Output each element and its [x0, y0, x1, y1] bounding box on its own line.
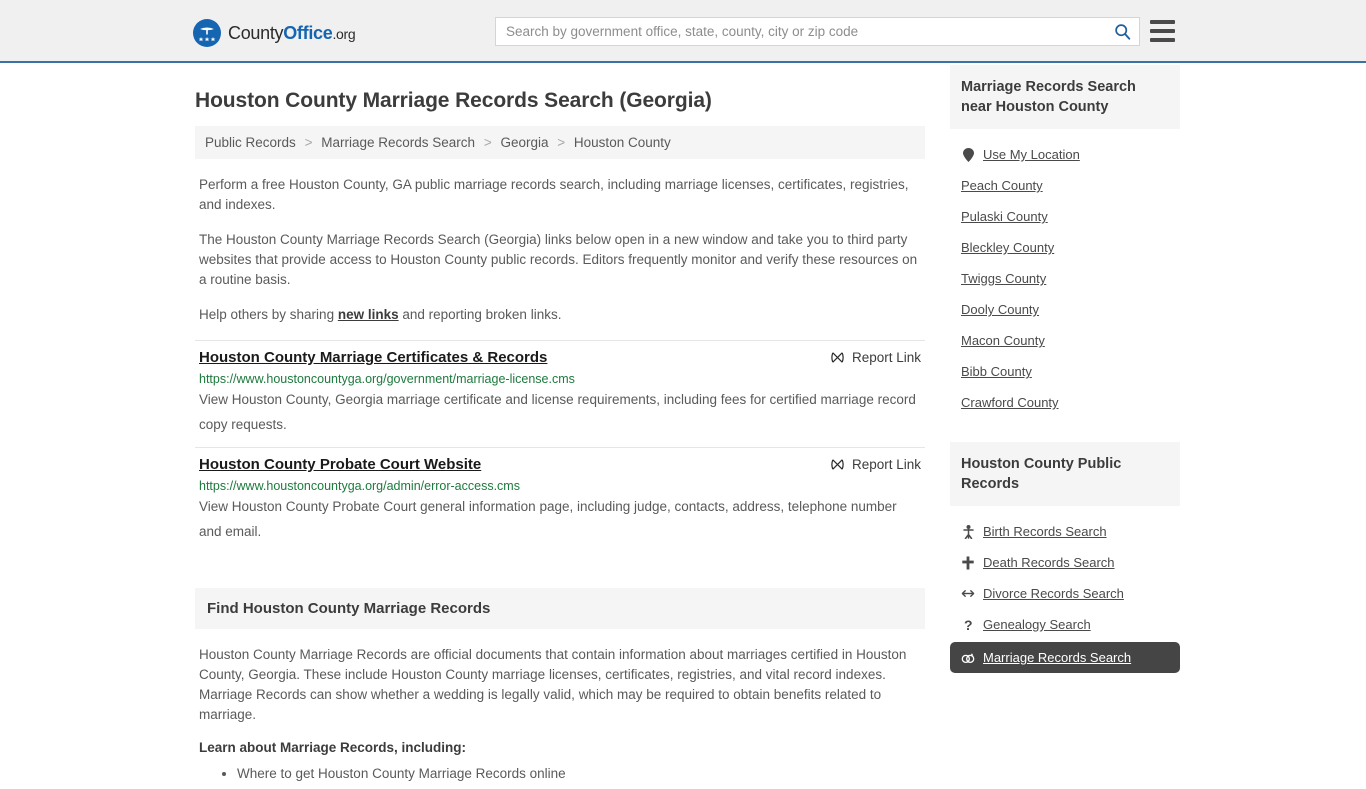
result-header: Houston County Marriage Certificates & R… — [199, 349, 921, 366]
result-title-link[interactable]: Houston County Marriage Certificates & R… — [199, 349, 547, 366]
intro-section: Perform a free Houston County, GA public… — [195, 175, 925, 325]
result-header: Houston County Probate Court Website Rep… — [199, 456, 921, 473]
baby-icon — [961, 524, 975, 539]
sidebar-item-bleckley-county[interactable]: Bleckley County — [950, 232, 1180, 263]
map-pin-icon — [961, 147, 975, 162]
sidebar-link-label[interactable]: Crawford County — [961, 395, 1059, 410]
site-logo[interactable]: CountyOffice.org — [193, 19, 356, 47]
sidebar-item-bibb-county[interactable]: Bibb County — [950, 356, 1180, 387]
sidebar-link-label[interactable]: Use My Location — [983, 147, 1080, 162]
find-records-heading-bar: Find Houston County Marriage Records — [195, 588, 925, 629]
logo-text-office: Office — [283, 22, 333, 43]
result-description: View Houston County Probate Court genera… — [199, 499, 897, 539]
page-title: Houston County Marriage Records Search (… — [195, 89, 712, 112]
sidebar-nearby-list: Use My Location Peach County Pulaski Cou… — [950, 129, 1180, 422]
new-links-link[interactable]: new links — [338, 307, 399, 322]
sidebar-link-label[interactable]: Divorce Records Search — [983, 586, 1124, 601]
wedding-rings-icon — [961, 652, 975, 664]
sidebar-item-macon-county[interactable]: Macon County — [950, 325, 1180, 356]
breadcrumb: Public Records > Marriage Records Search… — [195, 126, 925, 159]
sidebar-item-genealogy-search[interactable]: ? Genealogy Search — [950, 609, 1180, 640]
intro-paragraph-3: Help others by sharing new links and rep… — [195, 305, 925, 325]
result-item: Houston County Probate Court Website Rep… — [195, 447, 925, 554]
sidebar-link-label[interactable]: Marriage Records Search — [983, 650, 1131, 665]
eagle-shield-logo-icon — [193, 19, 221, 47]
sidebar-item-birth-records-search[interactable]: Birth Records Search — [950, 516, 1180, 547]
result-url: https://www.houstoncountyga.org/governme… — [199, 372, 575, 386]
sidebar-item-crawford-county[interactable]: Crawford County — [950, 387, 1180, 418]
page-body: Houston County Marriage Records Search (… — [0, 63, 1366, 789]
sidebar-item-death-records-search[interactable]: Death Records Search — [950, 547, 1180, 578]
hamburger-menu-icon[interactable] — [1150, 20, 1175, 42]
logo-text-org: .org — [332, 25, 356, 42]
question-mark-icon: ? — [961, 618, 975, 632]
cross-icon — [961, 556, 975, 570]
hamburger-bar — [1150, 38, 1175, 42]
breadcrumb-item-marriage-records-search[interactable]: Marriage Records Search — [321, 135, 475, 150]
find-records-heading: Find Houston County Marriage Records — [207, 600, 491, 617]
sidebar-link-label[interactable]: Bibb County — [961, 364, 1032, 379]
sidebar-link-label[interactable]: Bleckley County — [961, 240, 1054, 255]
sidebar-public-records-heading: Houston County Public Records — [950, 442, 1180, 506]
report-link-label: Report Link — [851, 457, 921, 472]
sidebar-item-divorce-records-search[interactable]: Divorce Records Search — [950, 578, 1180, 609]
intro-paragraph-1: Perform a free Houston County, GA public… — [199, 177, 909, 212]
result-title-link[interactable]: Houston County Probate Court Website — [199, 456, 481, 473]
report-link-button[interactable]: Report Link — [830, 349, 921, 365]
result-description: View Houston County, Georgia marriage ce… — [199, 392, 916, 432]
sidebar-item-pulaski-county[interactable]: Pulaski County — [950, 201, 1180, 232]
svg-text:?: ? — [964, 618, 973, 632]
search-input[interactable] — [496, 18, 1105, 45]
sidebar-public-records-list: Birth Records Search Death Records Searc… — [950, 506, 1180, 679]
report-link-button[interactable]: Report Link — [830, 456, 921, 472]
broken-link-icon — [831, 352, 844, 363]
report-link-label: Report Link — [851, 350, 921, 365]
search-icon — [1114, 24, 1130, 40]
sidebar-divider — [950, 422, 1180, 442]
sidebar-link-label[interactable]: Dooly County — [961, 302, 1039, 317]
sidebar-link-label[interactable]: Birth Records Search — [983, 524, 1107, 539]
find-records-paragraph: Houston County Marriage Records are offi… — [199, 647, 907, 722]
hamburger-bar — [1150, 29, 1175, 33]
result-url: https://www.houstoncountyga.org/admin/er… — [199, 479, 520, 493]
double-arrow-icon — [961, 588, 975, 599]
intro-text-after: and reporting broken links. — [398, 307, 562, 322]
sidebar-item-peach-county[interactable]: Peach County — [950, 170, 1180, 201]
learn-about-list: Where to get Houston County Marriage Rec… — [195, 764, 925, 784]
breadcrumb-separator: > — [557, 135, 566, 150]
sidebar-link-label[interactable]: Pulaski County — [961, 209, 1048, 224]
sidebar-item-twiggs-county[interactable]: Twiggs County — [950, 263, 1180, 294]
site-header: CountyOffice.org — [0, 0, 1366, 63]
list-item: Where to get Houston County Marriage Rec… — [237, 764, 925, 784]
sidebar-nearby-heading: Marriage Records Search near Houston Cou… — [950, 65, 1180, 129]
sidebar-link-label[interactable]: Peach County — [961, 178, 1043, 193]
search-bar[interactable] — [495, 17, 1140, 46]
hamburger-bar — [1150, 20, 1175, 24]
sidebar-item-use-my-location[interactable]: Use My Location — [950, 139, 1180, 170]
sidebar: Marriage Records Search near Houston Cou… — [950, 63, 1180, 789]
sidebar-link-label[interactable]: Twiggs County — [961, 271, 1046, 286]
result-item: Houston County Marriage Certificates & R… — [195, 340, 925, 447]
breadcrumb-item-houston-county[interactable]: Houston County — [574, 135, 671, 150]
sidebar-item-dooly-county[interactable]: Dooly County — [950, 294, 1180, 325]
logo-wordmark: CountyOffice.org — [228, 22, 356, 44]
intro-paragraph-2: The Houston County Marriage Records Sear… — [199, 232, 918, 287]
learn-about-heading: Learn about Marriage Records, including: — [199, 740, 467, 755]
sidebar-link-label[interactable]: Macon County — [961, 333, 1045, 348]
intro-text-before: Help others by sharing — [199, 307, 338, 322]
main-content: Houston County Marriage Records Search (… — [195, 63, 925, 789]
breadcrumb-item-public-records[interactable]: Public Records — [205, 135, 296, 150]
logo-text-county: County — [228, 22, 284, 43]
search-button[interactable] — [1105, 18, 1139, 45]
broken-link-icon — [831, 459, 844, 470]
sidebar-link-label[interactable]: Death Records Search — [983, 555, 1115, 570]
breadcrumb-separator: > — [483, 135, 492, 150]
sidebar-item-marriage-records-search[interactable]: Marriage Records Search — [950, 642, 1180, 673]
sidebar-link-label[interactable]: Genealogy Search — [983, 617, 1091, 632]
breadcrumb-separator: > — [304, 135, 313, 150]
breadcrumb-item-georgia[interactable]: Georgia — [500, 135, 548, 150]
